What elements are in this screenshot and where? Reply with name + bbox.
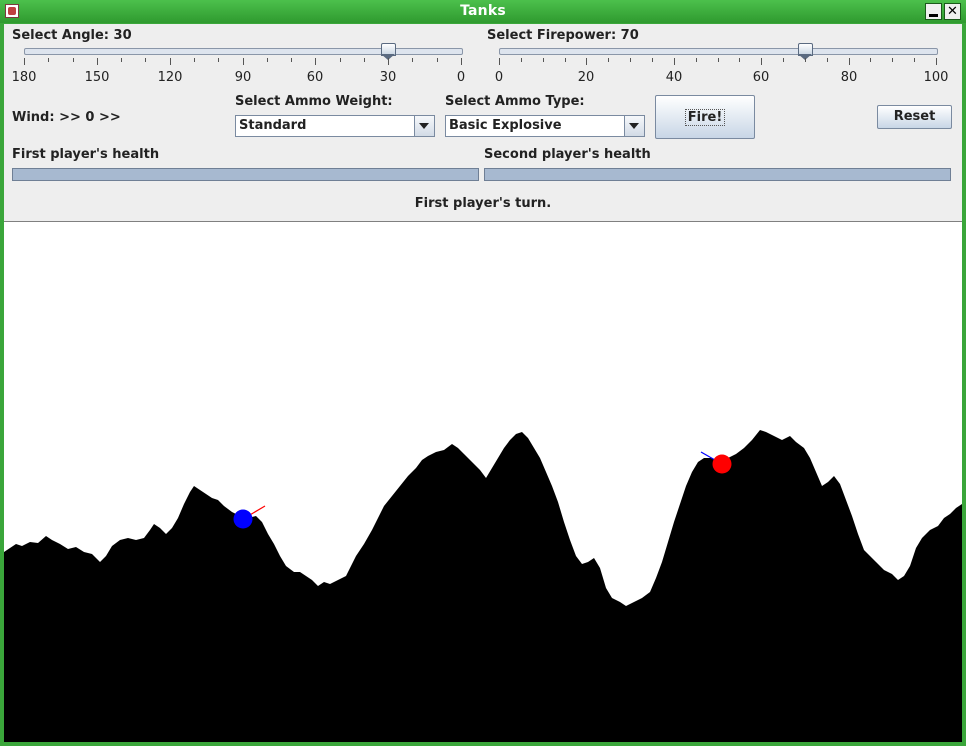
battlefield[interactable] xyxy=(4,222,962,742)
angle-tick xyxy=(145,58,146,62)
firepower-tick xyxy=(696,58,697,62)
window-title: Tanks xyxy=(460,3,506,19)
angle-tick xyxy=(340,58,341,62)
ammo-weight-value: Standard xyxy=(239,118,307,133)
firepower-tick xyxy=(652,58,653,62)
tanks-window: Tanks ✕ Select Angle: 30 180 150 120 90 60 30… xyxy=(0,0,966,746)
ammo-weight-label: Select Ammo Weight: xyxy=(235,94,393,109)
firepower-tick-label: 100 xyxy=(923,70,949,85)
ammo-type-label: Select Ammo Type: xyxy=(445,94,585,109)
firepower-tick xyxy=(565,58,566,62)
player2-health-bar xyxy=(484,168,951,181)
angle-tick xyxy=(170,58,171,65)
firepower-tick-label: 60 xyxy=(752,70,770,85)
firepower-tick xyxy=(586,58,587,65)
fire-button[interactable]: Fire! xyxy=(655,95,755,139)
firepower-tick xyxy=(849,58,850,65)
angle-tick xyxy=(364,58,365,62)
angle-tick xyxy=(388,58,389,65)
angle-tick-label: 60 xyxy=(306,70,324,85)
angle-tick xyxy=(218,58,219,62)
angle-tick xyxy=(73,58,74,62)
firepower-tick xyxy=(783,58,784,62)
reset-button[interactable]: Reset xyxy=(877,105,952,129)
firepower-tick-label: 0 xyxy=(494,70,504,85)
angle-tick-label: 150 xyxy=(84,70,110,85)
control-panel: Select Angle: 30 180 150 120 90 60 30 0 Select… xyxy=(4,24,962,222)
angle-tick xyxy=(291,58,292,62)
firepower-tick xyxy=(827,58,828,62)
firepower-tick xyxy=(499,58,500,65)
firepower-tick xyxy=(608,58,609,62)
ammo-type-value: Basic Explosive xyxy=(449,118,562,133)
close-button[interactable]: ✕ xyxy=(944,3,961,20)
firepower-tick xyxy=(892,58,893,62)
angle-label: Select Angle: 30 xyxy=(12,28,132,43)
angle-tick xyxy=(97,58,98,65)
angle-tick xyxy=(461,58,462,65)
firepower-tick xyxy=(870,58,871,62)
firepower-slider-track[interactable] xyxy=(499,48,938,55)
firepower-tick-label: 40 xyxy=(665,70,683,85)
angle-slider-thumb[interactable] xyxy=(381,43,396,60)
angle-tick xyxy=(24,58,25,65)
ammo-weight-select[interactable]: Standard xyxy=(235,115,435,137)
player2-tank-body xyxy=(712,454,732,474)
player1-health-label: First player's health xyxy=(12,147,160,162)
angle-tick-label: 120 xyxy=(157,70,183,85)
angle-tick xyxy=(243,58,244,65)
angle-tick-label: 90 xyxy=(234,70,252,85)
terrain xyxy=(4,430,962,742)
firepower-tick xyxy=(739,58,740,62)
ammo-type-select[interactable]: Basic Explosive xyxy=(445,115,645,137)
angle-tick-label: 30 xyxy=(379,70,397,85)
firepower-tick xyxy=(521,58,522,62)
title-bar[interactable]: Tanks ✕ xyxy=(0,0,966,23)
angle-tick xyxy=(437,58,438,62)
firepower-tick xyxy=(914,58,915,62)
angle-tick-label: 180 xyxy=(11,70,37,85)
angle-tick xyxy=(412,58,413,62)
firepower-label: Select Firepower: 70 xyxy=(487,28,639,43)
firepower-tick xyxy=(936,58,937,65)
firepower-tick-label: 20 xyxy=(577,70,595,85)
firepower-tick-label: 80 xyxy=(840,70,858,85)
angle-tick xyxy=(48,58,49,62)
chevron-down-icon[interactable] xyxy=(414,116,434,136)
firepower-tick xyxy=(630,58,631,62)
firepower-slider-thumb[interactable] xyxy=(798,43,813,60)
angle-tick xyxy=(315,58,316,65)
player1-tank-body xyxy=(233,509,253,529)
angle-tick xyxy=(194,58,195,62)
battlefield-canvas xyxy=(4,430,962,742)
player2-health-label: Second player's health xyxy=(484,147,651,162)
chevron-down-icon[interactable] xyxy=(624,116,644,136)
angle-slider-track[interactable] xyxy=(24,48,463,55)
firepower-tick xyxy=(761,58,762,65)
firepower-tick xyxy=(543,58,544,62)
angle-tick-label: 0 xyxy=(456,70,466,85)
turn-status: First player's turn. xyxy=(414,196,552,211)
angle-tick xyxy=(267,58,268,62)
minimize-button[interactable] xyxy=(925,3,942,20)
firepower-tick xyxy=(674,58,675,65)
angle-tick xyxy=(121,58,122,62)
fire-button-label: Fire! xyxy=(684,109,726,126)
wind-readout: Wind: >> 0 >> xyxy=(12,110,121,125)
firepower-tick xyxy=(718,58,719,62)
firepower-tick xyxy=(805,58,806,62)
player1-health-bar xyxy=(12,168,479,181)
